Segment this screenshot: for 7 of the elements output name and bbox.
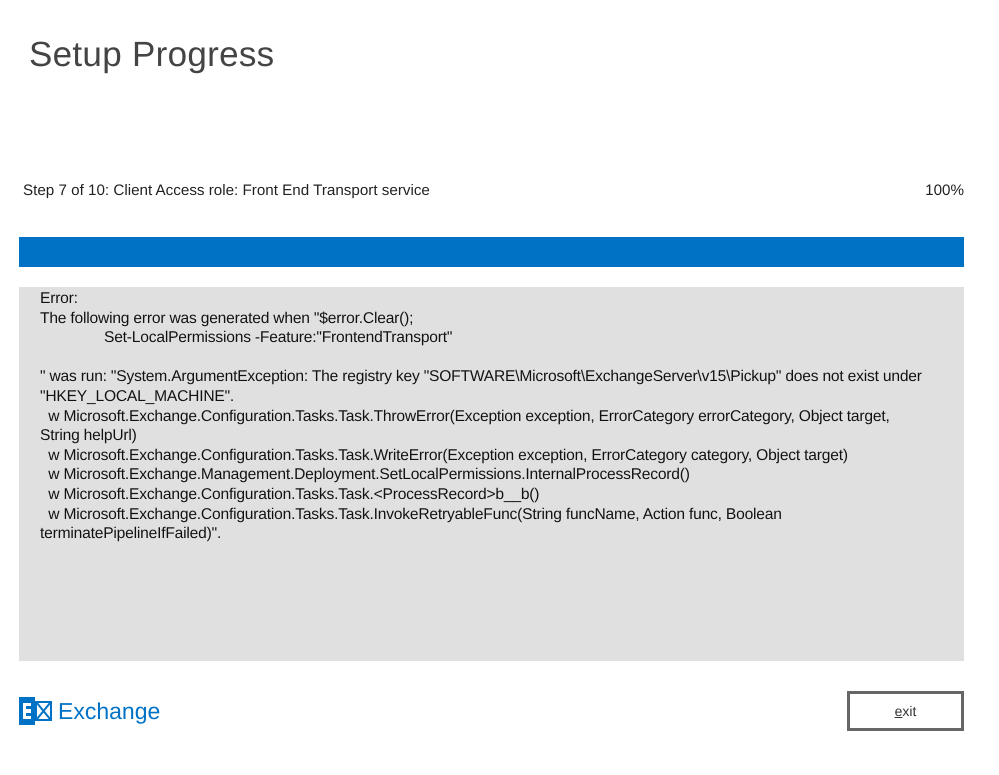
page-title: Setup Progress bbox=[29, 35, 276, 75]
progress-percent: 100% bbox=[925, 182, 964, 199]
exit-button[interactable]: exit bbox=[847, 691, 964, 731]
exchange-logo-icon bbox=[19, 697, 52, 725]
error-message: Error: The following error was generated when "$error.Clear(); Set-LocalPermissions -Feature:"FrontendTransport" " was run: "System.ArgumentException: The registry key "SOFTWARE\Microsoft\ExchangeServer\v15\Pickup" does not exist under "HKEY_LOCAL_MACHINE". w Microsoft.Exchange.Configuration.Tasks.Task.ThrowError(Exception exception, ErrorCategory errorCategory, Object target, String helpUrl) w Microsoft.Exchange.Configuration.Tasks.Task.WriteError(Exception exception, ErrorCategory category, Object target) w Microsoft.Exchange.Management.Deployment.SetLocalPermissions.InternalProcessRecord() w Microsoft.Exchange.Configuration.Tasks.Task.<ProcessRecord>b__b() w Microsoft.Exchange.Configuration.Tasks.Task.InvokeRetryableFunc(String funcName, Action func, Boolean terminatePipelineIfFailed)". bbox=[40, 289, 923, 544]
step-label: Step 7 of 10: Client Access role: Front End Transport service bbox=[23, 182, 430, 199]
brand-name: Exchange bbox=[58, 698, 160, 724]
